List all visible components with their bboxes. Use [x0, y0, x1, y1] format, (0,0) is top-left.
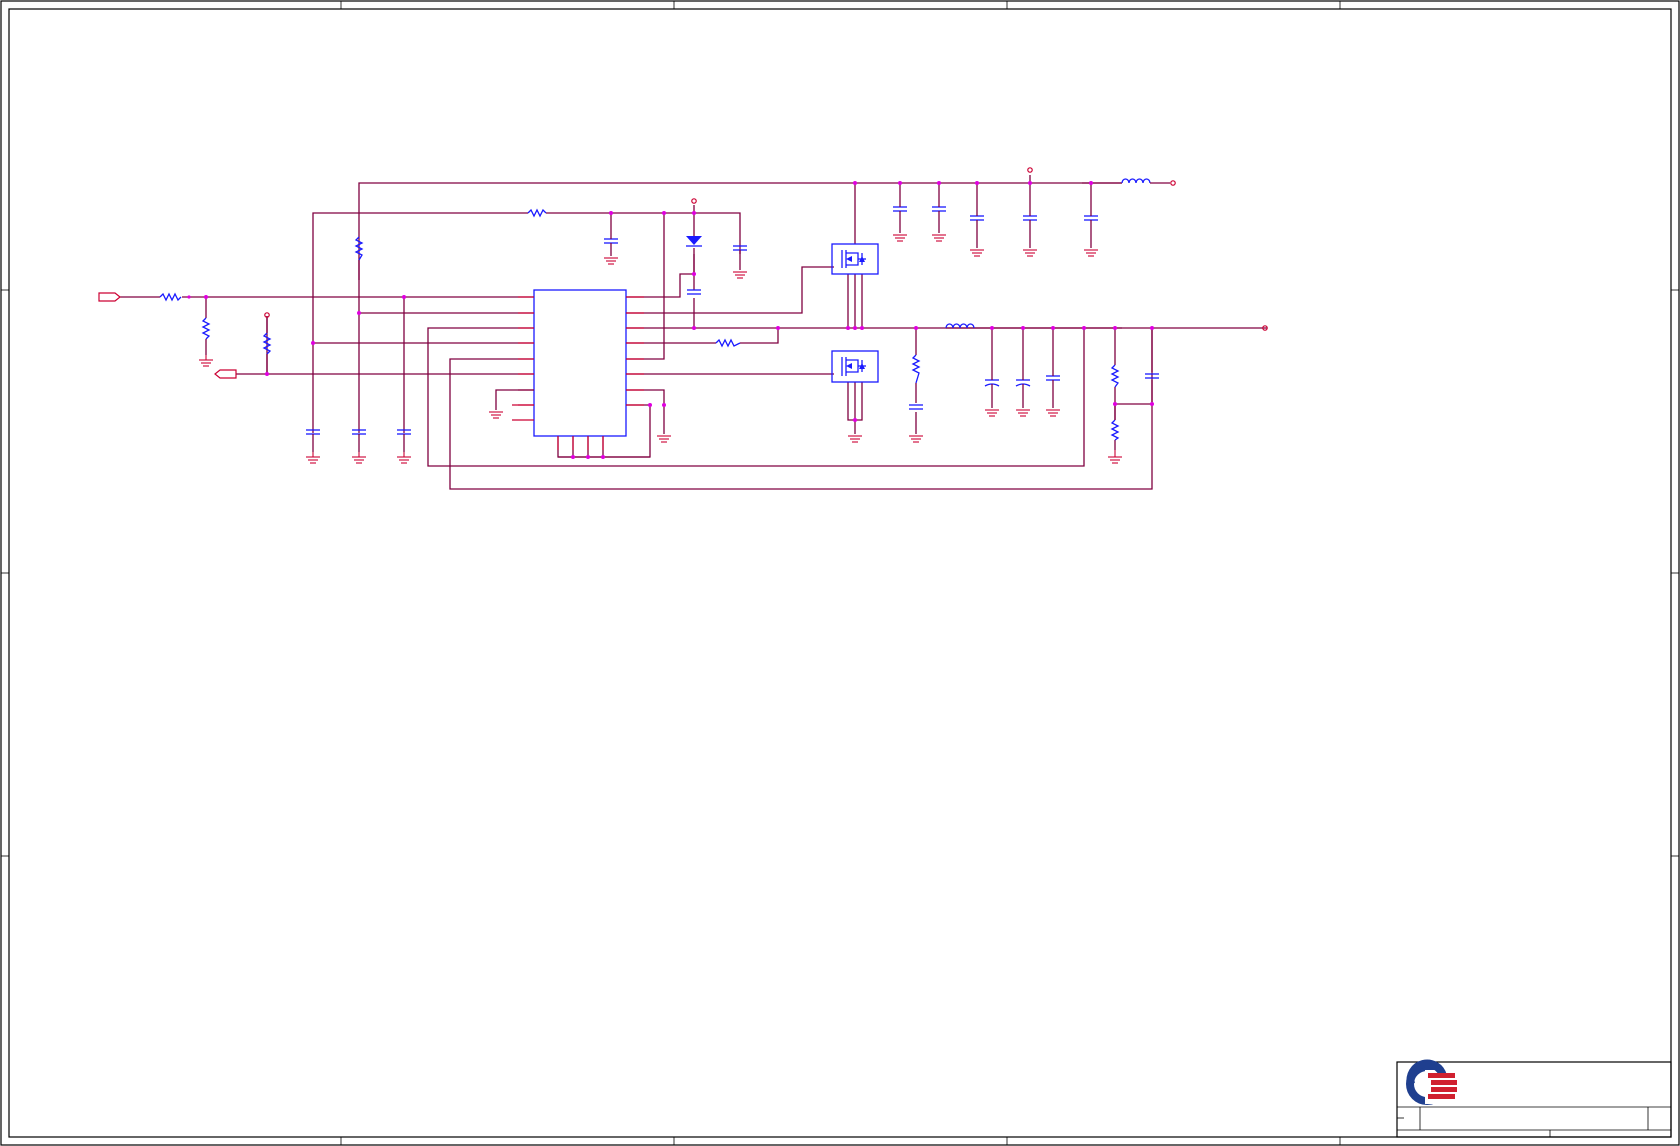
low-side-mosfet — [831, 350, 879, 383]
connectors — [98, 167, 1268, 379]
schematic-canvas — [0, 0, 1680, 1146]
wires — [120, 182, 1267, 490]
ground-icon — [1016, 409, 1030, 417]
ground-icon — [657, 435, 671, 443]
ground-icon — [893, 234, 907, 242]
ground-icon — [970, 249, 984, 257]
ground-icon — [352, 456, 366, 464]
ground-icon — [306, 456, 320, 464]
ground-icon — [199, 359, 213, 367]
cap-bootstrap — [687, 289, 701, 295]
ground-icon — [489, 411, 503, 419]
cap-rail — [604, 238, 618, 244]
ground-icon — [932, 234, 946, 242]
title-block — [1396, 1059, 1672, 1138]
ground-icon — [848, 435, 862, 443]
resistor-input-series — [159, 292, 182, 302]
ground-icon — [604, 257, 618, 265]
resistor-snubber — [911, 354, 921, 384]
resistor-fb-top — [1110, 364, 1120, 388]
ground-icon — [1046, 409, 1060, 417]
ground-icon — [1108, 456, 1122, 464]
resistor-top-rail — [527, 208, 547, 218]
power-pin-boot — [691, 198, 697, 204]
output-port-connector — [214, 369, 237, 379]
input-filter-inductor — [1121, 178, 1151, 184]
bootstrap-diode — [686, 236, 702, 247]
ground-symbols — [199, 234, 1122, 464]
ground-icon — [909, 435, 923, 443]
ground-icon — [733, 271, 747, 279]
cap-in-5 — [1084, 215, 1098, 221]
cap-in-1 — [893, 206, 907, 212]
drawing-frame — [0, 0, 1680, 1146]
company-logo — [1406, 1059, 1459, 1105]
cap-in-3 — [970, 215, 984, 221]
resistor-input-pulldown — [201, 317, 211, 340]
ground-icon — [985, 409, 999, 417]
power-pin-vin — [1027, 167, 1033, 173]
resistor-fb-bottom — [1110, 419, 1120, 441]
ground-icon — [397, 456, 411, 464]
cap-snubber — [909, 404, 923, 410]
controller-ic — [495, 289, 644, 450]
cap-in-2 — [932, 206, 946, 212]
cap-out-3 — [1046, 375, 1060, 381]
resistor-boot — [715, 338, 741, 348]
power-pin-filter-out — [1170, 180, 1176, 186]
ground-icon — [1084, 249, 1098, 257]
high-side-mosfet — [831, 243, 879, 275]
cap-in-4 — [1023, 215, 1037, 221]
capacitors — [306, 206, 1159, 435]
junctions — [187, 181, 1154, 459]
ground-icon — [1023, 249, 1037, 257]
input-port-connector — [98, 292, 121, 302]
